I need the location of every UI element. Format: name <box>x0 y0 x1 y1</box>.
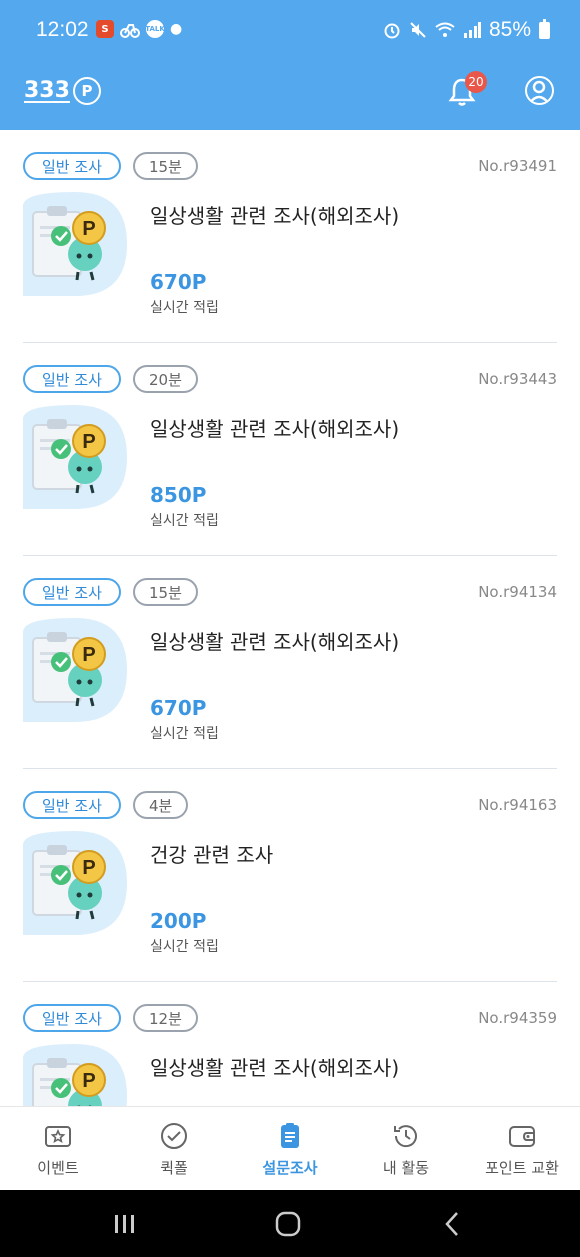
svg-text:P: P <box>82 1070 95 1092</box>
svg-text:P: P <box>82 644 95 666</box>
event-star-icon <box>45 1126 71 1147</box>
survey-number: No.r94359 <box>478 1009 557 1027</box>
nav-item-quickpoll[interactable]: 퀵폴 <box>116 1107 232 1190</box>
survey-reward-note: 실시간 적립 <box>150 726 219 742</box>
nav-item-exchange[interactable]: 포인트 교환 <box>464 1107 580 1190</box>
bottom-navigation: 이벤트 퀵폴 설문조사 내 활동 포인트 교환 <box>0 1106 580 1190</box>
nav-item-survey[interactable]: 설문조사 <box>232 1107 348 1190</box>
survey-thumbnail-icon: P <box>23 618 127 722</box>
survey-card[interactable]: 일반 조사 15분 No.r94134 P 일상생활 관련 조사(해외조사) 670P 실시… <box>23 556 557 769</box>
survey-clipboard-icon <box>281 1123 299 1148</box>
notification-badge: 20 <box>465 71 487 93</box>
recent-apps-icon[interactable] <box>112 1212 138 1236</box>
survey-card[interactable]: 일반 조사 15분 No.r93491 P 일상생활 관련 조사(해외조사) 670P 실시… <box>23 130 557 343</box>
nav-label-quickpoll: 퀵폴 <box>160 1159 188 1177</box>
survey-card[interactable]: 일반 조사 4분 No.r94163 P 건강 관련 조사 200P 실시간 적립 <box>23 769 557 982</box>
survey-type-tag: 일반 조사 <box>23 152 121 180</box>
profile-icon[interactable] <box>525 76 554 105</box>
status-right: 85% <box>383 18 550 42</box>
nav-item-event[interactable]: 이벤트 <box>0 1107 116 1190</box>
battery-percent: 85% <box>488 18 531 41</box>
survey-points: 670P <box>150 270 207 294</box>
survey-reward-note: 실시간 적립 <box>150 939 219 955</box>
survey-title[interactable]: 일상생활 관련 조사(해외조사) <box>150 200 399 229</box>
bike-delivery-icon <box>120 24 140 38</box>
survey-number: No.r94163 <box>478 796 557 814</box>
survey-title[interactable]: 일상생활 관련 조사(해외조사) <box>150 413 399 442</box>
status-app-icons: S TALK ● <box>96 20 182 38</box>
svg-text:P: P <box>82 857 95 879</box>
survey-reward-note: 실시간 적립 <box>150 300 219 316</box>
survey-title[interactable]: 일상생활 관련 조사(해외조사) <box>150 1052 399 1081</box>
survey-duration-tag: 12분 <box>133 1004 198 1032</box>
survey-duration-tag: 15분 <box>133 152 198 180</box>
mute-icon <box>410 22 426 38</box>
survey-points: 200P <box>150 909 207 933</box>
kakaotalk-talk-icon: TALK <box>145 20 165 38</box>
survey-thumbnail-icon: P <box>23 192 127 296</box>
survey-number: No.r93443 <box>478 370 557 388</box>
nav-label-event: 이벤트 <box>37 1159 79 1177</box>
survey-duration-tag: 15분 <box>133 578 198 606</box>
survey-duration-tag: 20분 <box>133 365 198 393</box>
survey-thumbnail-icon: P <box>23 831 127 935</box>
battery-icon <box>539 18 550 39</box>
status-more-dot: ● <box>170 21 183 37</box>
history-icon <box>394 1125 417 1148</box>
survey-type-tag: 일반 조사 <box>23 578 121 606</box>
survey-reward-note: 실시간 적립 <box>150 513 219 529</box>
alarm-icon <box>384 23 400 39</box>
points-balance[interactable]: 333 <box>24 78 70 103</box>
survey-title[interactable]: 건강 관련 조사 <box>150 839 273 868</box>
survey-title[interactable]: 일상생활 관련 조사(해외조사) <box>150 626 399 655</box>
system-navigation-bar <box>0 1190 580 1257</box>
wifi-icon <box>435 22 455 37</box>
wallet-icon <box>509 1126 535 1147</box>
survey-thumbnail-icon: P <box>23 405 127 509</box>
survey-points: 850P <box>150 483 207 507</box>
nav-label-activity: 내 활동 <box>382 1159 430 1177</box>
notification-app-icon: S <box>96 20 114 38</box>
check-circle-icon <box>161 1123 187 1149</box>
survey-type-tag: 일반 조사 <box>23 1004 121 1032</box>
survey-thumbnail-icon: P <box>23 1044 127 1106</box>
survey-points: 670P <box>150 696 207 720</box>
back-icon[interactable] <box>440 1210 464 1238</box>
survey-list[interactable]: 일반 조사 15분 No.r93491 P 일상생활 관련 조사(해외조사) 670P 실시… <box>0 130 580 1106</box>
svg-text:P: P <box>82 431 95 453</box>
survey-number: No.r94134 <box>478 583 557 601</box>
svg-text:P: P <box>82 218 95 240</box>
nav-item-activity[interactable]: 내 활동 <box>348 1107 464 1190</box>
survey-type-tag: 일반 조사 <box>23 791 121 819</box>
survey-type-tag: 일반 조사 <box>23 365 121 393</box>
survey-duration-tag: 4분 <box>133 791 189 819</box>
status-bar: 12:02 S TALK ● 85% <box>0 0 580 64</box>
survey-card[interactable]: 일반 조사 20분 No.r93443 P 일상생활 관련 조사(해외조사) 850P 실시… <box>23 343 557 556</box>
nav-label-survey: 설문조사 <box>262 1159 318 1177</box>
survey-number: No.r93491 <box>478 157 557 175</box>
home-icon[interactable] <box>274 1210 302 1238</box>
signal-icon <box>463 22 481 38</box>
app-header: 333 P 20 <box>0 64 580 130</box>
survey-card[interactable]: 일반 조사 12분 No.r94359 P 일상생활 관련 조사(해외조사) <box>23 982 557 1106</box>
points-icon[interactable]: P <box>73 77 101 105</box>
status-time: 12:02 <box>36 18 89 41</box>
nav-label-exchange: 포인트 교환 <box>485 1159 559 1177</box>
